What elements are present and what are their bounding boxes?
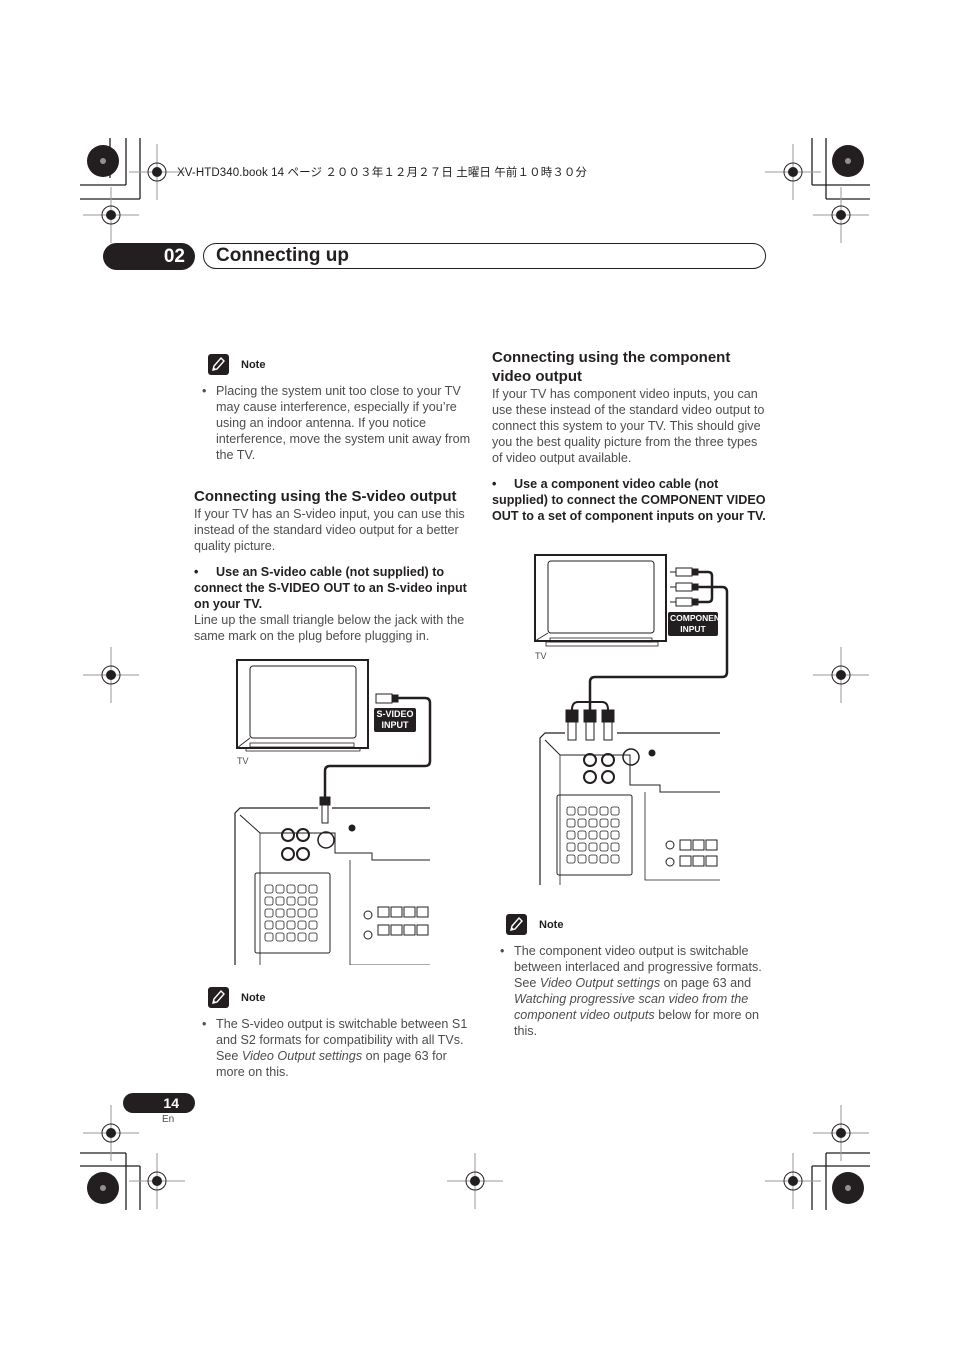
page-number: 14 bbox=[123, 1093, 195, 1113]
s-video-section: Connecting using the S-video output If y… bbox=[194, 487, 474, 644]
step-instruction: Use a component video cable (not supplie… bbox=[492, 477, 766, 523]
chapter-title: Connecting up bbox=[216, 245, 349, 266]
tv-outline bbox=[236, 659, 369, 749]
registration-mark bbox=[83, 187, 139, 243]
s-video-input-tag: S-VIDEO INPUT bbox=[374, 708, 416, 732]
note-bullet: The S-video output is switchable between… bbox=[194, 1016, 474, 1080]
tv-screen bbox=[547, 560, 655, 634]
tv-screen bbox=[249, 665, 357, 739]
note-block-2: Note The S-video output is switchable be… bbox=[194, 987, 474, 1080]
tv-label: TV bbox=[237, 756, 249, 766]
tv-outline bbox=[534, 554, 667, 642]
component-section: Connecting using the component video out… bbox=[492, 348, 768, 524]
registration-mark bbox=[813, 647, 869, 703]
registration-mark bbox=[83, 647, 139, 703]
note-block-1: Note Placing the system unit too close t… bbox=[194, 354, 474, 463]
step-instruction: Use an S-video cable (not supplied) to c… bbox=[194, 565, 467, 611]
print-header: XV-HTD340.book 14 ページ ２００３年１２月２７日 土曜日 午前… bbox=[177, 167, 588, 179]
note-block-3: Note The component video output is switc… bbox=[492, 914, 768, 1039]
section-heading-component: Connecting using the component video out… bbox=[492, 349, 731, 385]
pencil-note-icon bbox=[208, 354, 229, 375]
section-body: If your TV has component video inputs, y… bbox=[492, 387, 765, 465]
registration-mark bbox=[129, 1153, 185, 1209]
pencil-note-icon bbox=[208, 987, 229, 1008]
s-video-connection-diagram: TV bbox=[234, 659, 432, 965]
pencil-note-icon bbox=[506, 914, 527, 935]
xref-video-output-settings: Video Output settings bbox=[241, 1049, 363, 1063]
print-marks bbox=[80, 138, 870, 1210]
note-bullet: Placing the system unit too close to you… bbox=[194, 383, 474, 463]
note-label: Note bbox=[241, 358, 266, 371]
tv-label: TV bbox=[535, 651, 547, 661]
xref-video-output-settings: Video Output settings bbox=[539, 976, 661, 990]
section-heading-s-video: Connecting using the S-video output bbox=[194, 488, 457, 505]
section-body: If your TV has an S-video input, you can… bbox=[194, 507, 465, 553]
component-connection-diagram: TV bbox=[534, 554, 729, 885]
step-note: Line up the small triangle below the jac… bbox=[194, 613, 465, 643]
note-label: Note bbox=[241, 991, 266, 1004]
registration-mark bbox=[813, 187, 869, 243]
step-bullet: • bbox=[492, 477, 497, 491]
registration-mark bbox=[447, 1153, 503, 1209]
note-bullet: The component video output is switchable… bbox=[492, 943, 768, 1039]
page-language: En bbox=[162, 1114, 175, 1125]
step-bullet: • bbox=[194, 565, 199, 579]
note-label: Note bbox=[539, 918, 564, 931]
component-input-tag: COMPONENT INPUT bbox=[668, 612, 726, 636]
chapter-number: 02 bbox=[103, 243, 195, 270]
